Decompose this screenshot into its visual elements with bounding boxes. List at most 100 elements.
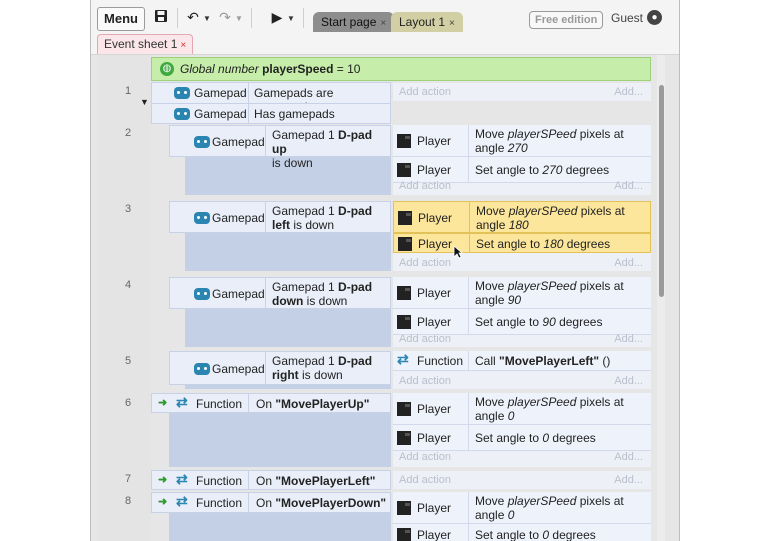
condition-text-bold: D-pad [338, 204, 373, 218]
add-action-link[interactable]: Add action [399, 257, 451, 269]
condition-dpad-right[interactable]: Gamepad Gamepad 1 D-pad right is down [169, 351, 391, 385]
tab-label: Layout 1 [399, 15, 446, 29]
action-set-angle[interactable]: Player Set angle to 180 degrees [393, 233, 651, 253]
scrollbar-thumb[interactable] [659, 85, 664, 297]
add-more-link[interactable]: Add... [614, 474, 643, 486]
tab-label: Event sheet 1 [104, 37, 178, 51]
event-number: 4 [125, 279, 132, 291]
global-name: playerSpeed [262, 62, 334, 76]
undo-dropdown-icon[interactable]: ▼ [203, 14, 211, 23]
event-body [185, 309, 391, 347]
action-move-player[interactable]: Player Move playerSPeed pixels at angle … [393, 201, 651, 233]
action-text-part: Move [475, 127, 508, 141]
player-icon [397, 528, 411, 541]
add-more-link[interactable]: Add... [614, 375, 643, 387]
player-icon [398, 211, 412, 225]
condition-text-bold: D-pad [338, 280, 373, 294]
action-text-part: degrees [562, 163, 610, 177]
action-value: 0 [507, 409, 515, 423]
function-icon: ⇄ [176, 471, 188, 487]
edition-badge[interactable]: Free edition [529, 11, 604, 29]
condition-on-function[interactable]: ➜ ⇄ Function On "MovePlayerUp" [151, 393, 391, 413]
add-more-link[interactable]: Add... [614, 257, 643, 269]
add-action-row[interactable]: Add action Add... [393, 83, 651, 101]
condition-text: On "MovePlayerUp" [256, 397, 369, 411]
condition-text-line: is down [290, 218, 335, 232]
condition-has-gamepads[interactable]: Gamepad Has gamepads [151, 103, 391, 124]
action-move-player[interactable]: Player Move playerSPeed pixels at angle … [393, 277, 651, 309]
action-text-part: degrees [555, 315, 603, 329]
save-icon[interactable] [153, 9, 169, 25]
trigger-arrow-icon: ➜ [158, 474, 168, 486]
condition-gamepads-supported[interactable]: Gamepad Gamepads are supported [151, 82, 391, 114]
condition-on-function[interactable]: ➜ ⇄ Function On "MovePlayerDown" [151, 492, 391, 513]
add-action-row[interactable]: Add action Add... [393, 372, 651, 390]
add-action-link[interactable]: Add action [399, 180, 451, 192]
action-value: 90 [542, 315, 556, 329]
condition-text-bold: right [272, 368, 299, 382]
action-object-cell: Player [393, 393, 469, 424]
gamepad-icon [194, 212, 210, 224]
add-action-link[interactable]: Add action [399, 474, 451, 486]
action-call-function[interactable]: ⇄ Function Call "MovePlayerLeft" () [393, 351, 651, 371]
redo-icon[interactable]: ↷ [217, 9, 233, 25]
close-icon[interactable]: × [380, 18, 386, 29]
condition-text-bold: down [272, 294, 304, 308]
add-action-row[interactable]: Add action Add... [393, 177, 651, 195]
global-variable-row[interactable]: ◍ Global number playerSpeed = 10 [151, 57, 651, 81]
play-icon[interactable]: ▶ [269, 9, 285, 25]
event-number: 3 [125, 203, 132, 215]
condition-text-part: On [256, 474, 276, 488]
undo-icon[interactable]: ↶ [185, 9, 201, 25]
user-label[interactable]: Guest [611, 11, 643, 25]
action-text-part: Set angle to [475, 163, 543, 177]
toolbar-separator [303, 8, 304, 28]
action-move-player[interactable]: Player Move playerSPeed pixels at angle … [393, 125, 651, 157]
event-number: 5 [125, 355, 132, 367]
toolbar-separator [251, 8, 252, 28]
add-more-link[interactable]: Add... [614, 333, 643, 345]
close-icon[interactable]: × [449, 18, 455, 29]
add-action-link[interactable]: Add action [399, 451, 451, 463]
add-action-link[interactable]: Add action [399, 375, 451, 387]
condition-dpad-up[interactable]: Gamepad Gamepad 1 D-pad up is down [169, 125, 391, 170]
event-body [185, 233, 391, 271]
event-sheet[interactable]: ◍ Global number playerSpeed = 10 1 ▼ Gam… [91, 55, 679, 541]
player-icon [397, 134, 411, 148]
condition-on-function[interactable]: ➜ ⇄ Function On "MovePlayerLeft" [151, 470, 391, 490]
action-set-angle[interactable]: Player Set angle to 0 degrees [393, 524, 651, 541]
add-action-row[interactable]: Add action Add... [393, 330, 651, 348]
collapse-icon[interactable]: ▼ [140, 97, 149, 107]
condition-object: Gamepad [212, 362, 265, 376]
player-icon [397, 163, 411, 177]
close-icon[interactable]: × [180, 40, 186, 51]
add-more-link[interactable]: Add... [614, 451, 643, 463]
add-action-row[interactable]: Add action Add... [393, 448, 651, 466]
function-icon: ⇄ [397, 351, 409, 367]
action-move-player[interactable]: Player Move playerSPeed pixels at angle … [393, 492, 651, 524]
user-icon[interactable]: ● [647, 10, 662, 25]
document-tabs: Event sheet 1 × [91, 34, 679, 55]
event-number: 2 [125, 127, 132, 139]
event-number: 1 [125, 85, 132, 97]
add-action-link[interactable]: Add action [399, 86, 451, 98]
redo-dropdown-icon[interactable]: ▼ [235, 14, 243, 23]
tab-event-sheet-1[interactable]: Event sheet 1 × [97, 34, 194, 54]
condition-dpad-down[interactable]: Gamepad Gamepad 1 D-pad down is down [169, 277, 391, 309]
add-more-link[interactable]: Add... [614, 86, 643, 98]
play-dropdown-icon[interactable]: ▼ [287, 14, 295, 23]
add-more-link[interactable]: Add... [614, 180, 643, 192]
tab-layout-1[interactable]: Layout 1 × [391, 12, 463, 32]
menu-button[interactable]: Menu [97, 7, 145, 31]
action-move-player[interactable]: Player Move playerSPeed pixels at angle … [393, 393, 651, 425]
add-action-link[interactable]: Add action [399, 333, 451, 345]
action-object-cell: Player [393, 425, 469, 450]
add-action-row[interactable]: Add action Add... [393, 471, 651, 489]
add-action-row[interactable]: Add action Add... [393, 254, 651, 272]
condition-text-part: On [256, 397, 276, 411]
condition-dpad-left[interactable]: Gamepad Gamepad 1 D-pad left is down [169, 201, 391, 233]
condition-text: On "MovePlayerLeft" [256, 474, 375, 488]
action-function-name: "MovePlayerLeft" [499, 354, 600, 368]
action-object: Player [417, 315, 452, 329]
tab-start-page[interactable]: Start page × [313, 12, 395, 32]
